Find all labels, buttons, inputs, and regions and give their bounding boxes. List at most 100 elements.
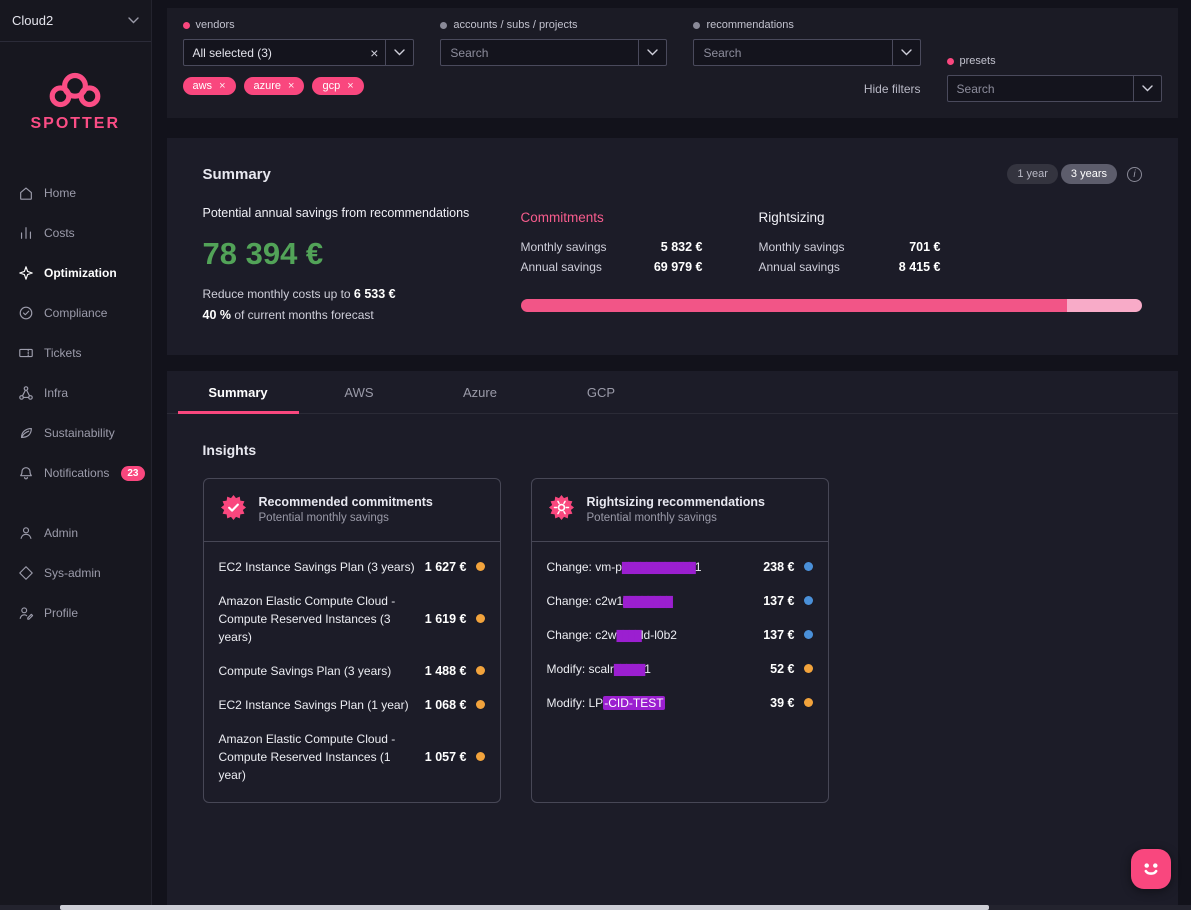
- tab-gcp[interactable]: GCP: [541, 371, 662, 414]
- label: Annual savings: [521, 260, 602, 274]
- accounts-select[interactable]: [440, 39, 667, 66]
- rightsizing-rows: Change: vm-p████████████1238 €Change: c2…: [532, 542, 828, 730]
- recommendation-label: Amazon Elastic Compute Cloud - Compute R…: [219, 592, 416, 646]
- period-option-1-year[interactable]: 1 year: [1007, 164, 1058, 184]
- recommendation-label: EC2 Instance Savings Plan (3 years): [219, 558, 416, 576]
- scrollbar-thumb[interactable]: [60, 905, 989, 910]
- remove-icon[interactable]: ×: [219, 80, 225, 92]
- seal-gear-icon: [548, 494, 575, 526]
- workspace-switcher[interactable]: Cloud2: [0, 0, 151, 42]
- orange-status-dot: [476, 700, 485, 709]
- vendor-pill-azure[interactable]: azure ×: [244, 77, 305, 95]
- sidebar-item-infra[interactable]: Infra: [0, 373, 151, 413]
- tab-summary[interactable]: Summary: [178, 371, 299, 414]
- recommendations-search-input[interactable]: [703, 46, 891, 60]
- value: 69 979 €: [654, 260, 703, 274]
- sidebar-item-notifications[interactable]: Notifications23: [0, 453, 151, 493]
- vendor-pill-gcp[interactable]: gcp×: [312, 77, 363, 95]
- list-item[interactable]: Compute Savings Plan (3 years)1 488 €: [219, 654, 485, 688]
- vendors-select-value: All selected (3): [193, 46, 364, 60]
- sidebar-item-label: Tickets: [44, 346, 82, 360]
- chevron-down-icon[interactable]: [893, 49, 920, 56]
- sidebar-item-sys-admin[interactable]: Sys-admin: [0, 553, 151, 593]
- sidebar-item-sustainability[interactable]: Sustainability: [0, 413, 151, 453]
- list-item[interactable]: Change: c2w1████████137 €: [547, 584, 813, 618]
- recommendation-label: Amazon Elastic Compute Cloud - Compute R…: [219, 730, 416, 784]
- period-toggle: 1 year3 years: [1007, 164, 1117, 184]
- label-text: Modify: scalr: [547, 662, 614, 676]
- clear-icon[interactable]: ×: [363, 45, 385, 61]
- sidebar-item-profile[interactable]: Profile: [0, 593, 151, 633]
- sidebar-item-optimization[interactable]: Optimization: [0, 253, 151, 293]
- remove-icon[interactable]: ×: [347, 80, 353, 92]
- recommendation-label: Compute Savings Plan (3 years): [219, 662, 416, 680]
- main-content: vendors All selected (3) × aws×azure×gcp…: [152, 0, 1191, 910]
- list-item[interactable]: Amazon Elastic Compute Cloud - Compute R…: [219, 722, 485, 792]
- vendor-tabs: SummaryAWSAzureGCP: [167, 371, 1179, 414]
- chevron-down-icon[interactable]: [639, 49, 666, 56]
- list-item[interactable]: EC2 Instance Savings Plan (3 years)1 627…: [219, 550, 485, 584]
- commitments-progress-segment: [521, 299, 1068, 312]
- value: 5 832 €: [661, 240, 703, 254]
- accounts-search-input[interactable]: [450, 46, 638, 60]
- sidebar-item-label: Sustainability: [44, 426, 115, 440]
- label-text: Amazon Elastic Compute Cloud - Compute R…: [219, 732, 396, 782]
- tab-azure[interactable]: Azure: [420, 371, 541, 414]
- label: Annual savings: [759, 260, 840, 274]
- orange-status-dot: [476, 666, 485, 675]
- label: Monthly savings: [759, 240, 845, 254]
- savings-progress-bar: [521, 299, 1143, 312]
- chevron-down-icon: [128, 17, 139, 24]
- list-item[interactable]: Change: vm-p████████████1238 €: [547, 550, 813, 584]
- home-icon: [18, 185, 34, 201]
- sidebar-item-home[interactable]: Home: [0, 173, 151, 213]
- hide-filters-link[interactable]: Hide filters: [693, 82, 920, 96]
- presets-search-input[interactable]: [957, 82, 1133, 96]
- chevron-down-icon[interactable]: [386, 49, 413, 56]
- list-item[interactable]: Modify: scalr█████152 €: [547, 652, 813, 686]
- recommended-commitments-card: Recommended commitments Potential monthl…: [203, 478, 501, 803]
- blue-status-dot: [804, 596, 813, 605]
- tab-aws[interactable]: AWS: [299, 371, 420, 414]
- presets-label-text: presets: [960, 55, 996, 67]
- savings-value: 238 €: [763, 560, 794, 574]
- accounts-label: accounts / subs / projects: [440, 19, 667, 31]
- sidebar-item-costs[interactable]: Costs: [0, 213, 151, 253]
- filter-dot-icon: [947, 58, 954, 65]
- savings-value: 137 €: [763, 594, 794, 608]
- list-item[interactable]: Amazon Elastic Compute Cloud - Compute R…: [219, 584, 485, 654]
- chat-widget-button[interactable]: [1131, 849, 1171, 889]
- rightsizing-block: Rightsizing Monthly savings 701 € Annual…: [759, 210, 941, 277]
- sidebar-item-admin[interactable]: Admin: [0, 513, 151, 553]
- recommendations-label: recommendations: [693, 19, 920, 31]
- list-item[interactable]: Modify: LP-CID-TEST39 €: [547, 686, 813, 720]
- workspace-name: Cloud2: [12, 13, 53, 28]
- chevron-down-icon[interactable]: [1134, 85, 1161, 92]
- savings-value: 1 068 €: [425, 698, 467, 712]
- sidebar-item-label: Home: [44, 186, 76, 200]
- sidebar-item-tickets[interactable]: Tickets: [0, 333, 151, 373]
- remove-icon[interactable]: ×: [288, 80, 294, 92]
- pill-label: azure: [254, 80, 282, 92]
- recommendations-select[interactable]: [693, 39, 920, 66]
- vendor-pill-aws[interactable]: aws ×: [183, 77, 236, 95]
- recommendation-label: Change: c2w████ld-l0b2: [547, 626, 755, 644]
- orange-status-dot: [804, 664, 813, 673]
- savings-value: 137 €: [763, 628, 794, 642]
- presets-select[interactable]: [947, 75, 1162, 102]
- summary-title: Summary: [203, 166, 271, 183]
- horizontal-scrollbar[interactable]: [0, 905, 1191, 910]
- period-option-3-years[interactable]: 3 years: [1061, 164, 1117, 184]
- pill-label: aws: [193, 80, 213, 92]
- recommendation-label: EC2 Instance Savings Plan (1 year): [219, 696, 416, 714]
- savings-description: Potential annual savings from recommenda…: [203, 204, 475, 223]
- presets-label: presets: [947, 55, 1162, 67]
- commitments-rows: EC2 Instance Savings Plan (3 years)1 627…: [204, 542, 500, 802]
- info-icon[interactable]: i: [1127, 167, 1142, 182]
- list-item[interactable]: EC2 Instance Savings Plan (1 year) 1 068 …: [219, 688, 485, 722]
- sidebar-item-compliance[interactable]: Compliance: [0, 293, 151, 333]
- orange-status-dot: [476, 562, 485, 571]
- list-item[interactable]: Change: c2w████ld-l0b2 137 €: [547, 618, 813, 652]
- commitments-title: Commitments: [521, 210, 703, 225]
- vendors-select[interactable]: All selected (3) ×: [183, 39, 415, 66]
